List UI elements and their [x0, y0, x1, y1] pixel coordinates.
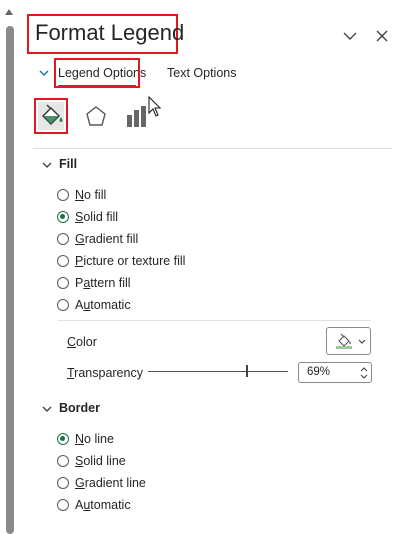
option-label: AUtomatic	[75, 298, 131, 312]
divider	[58, 320, 371, 321]
chevron-down-icon[interactable]	[42, 161, 52, 169]
fill-color-picker-button[interactable]	[326, 327, 371, 355]
tab-highlight-box	[54, 58, 140, 88]
option-label: Solid fill	[75, 210, 119, 224]
scroll-thumb[interactable]	[6, 26, 14, 534]
category-highlight-box	[34, 98, 68, 134]
spin-up-icon[interactable]	[359, 365, 369, 373]
fill-option-automatic[interactable]: AUtomatic	[57, 295, 131, 315]
transparency-slider[interactable]	[148, 371, 288, 372]
transparency-value[interactable]: 69%	[307, 366, 330, 378]
fill-option-pattern-fill[interactable]: PAttern fill	[57, 273, 131, 293]
border-option-gradient-line[interactable]: Gradient line	[57, 473, 146, 493]
tab-text-options[interactable]: Text Options	[167, 66, 236, 80]
radio-gradient-line[interactable]	[57, 477, 69, 489]
radio-picture-texture-fill[interactable]	[57, 255, 69, 267]
border-section-label[interactable]: Border	[59, 401, 100, 415]
vertical-scrollbar[interactable]	[0, 0, 20, 534]
fill-option-solid-fill[interactable]: Solid fill	[57, 207, 118, 227]
border-option-no-line[interactable]: No line	[57, 429, 114, 449]
paint-bucket-icon	[336, 333, 352, 349]
option-label: Gradient fill	[75, 232, 139, 246]
fill-option-gradient-fill[interactable]: Gradient fill	[57, 229, 138, 249]
chevron-down-icon	[358, 339, 366, 344]
radio-solid-line[interactable]	[57, 455, 69, 467]
color-label: Color	[67, 335, 97, 349]
chevron-down-icon[interactable]	[42, 405, 52, 413]
radio-gradient-fill[interactable]	[57, 233, 69, 245]
fill-option-picture-texture-fill[interactable]: Picture or texture fill	[57, 251, 185, 271]
option-label: Gradient line	[75, 476, 146, 490]
radio-no-fill[interactable]	[57, 189, 69, 201]
option-label: Picture or texture fill	[75, 254, 186, 268]
transparency-spinbox[interactable]: 69%	[298, 362, 372, 383]
transparency-label: Transparency	[67, 366, 143, 380]
option-label: PAttern fill	[75, 276, 131, 290]
radio-automatic-fill[interactable]	[57, 299, 69, 311]
radio-automatic-line[interactable]	[57, 499, 69, 511]
chevron-down-icon[interactable]	[341, 27, 359, 45]
fill-option-no-fill[interactable]: No fill	[57, 185, 106, 205]
close-icon[interactable]	[373, 27, 391, 45]
fill-section-label[interactable]: Fill	[59, 157, 77, 171]
radio-pattern-fill[interactable]	[57, 277, 69, 289]
option-label: Solid line	[75, 454, 126, 468]
option-label: No line	[75, 432, 114, 446]
effects-icon[interactable]	[84, 104, 108, 128]
option-label: No fill	[75, 188, 107, 202]
scroll-up-arrow[interactable]	[5, 9, 13, 15]
divider	[33, 148, 392, 149]
border-option-automatic[interactable]: AUtomatic	[57, 495, 131, 515]
radio-solid-fill[interactable]	[57, 211, 69, 223]
pane-title: Format Legend	[35, 20, 185, 45]
transparency-slider-thumb[interactable]	[246, 365, 248, 377]
border-option-solid-line[interactable]: Solid line	[57, 451, 126, 471]
option-label: AUtomatic	[75, 498, 131, 512]
size-properties-icon[interactable]	[125, 104, 151, 128]
tab-chevron-icon[interactable]	[38, 68, 50, 78]
radio-no-line[interactable]	[57, 433, 69, 445]
spin-down-icon[interactable]	[359, 373, 369, 381]
